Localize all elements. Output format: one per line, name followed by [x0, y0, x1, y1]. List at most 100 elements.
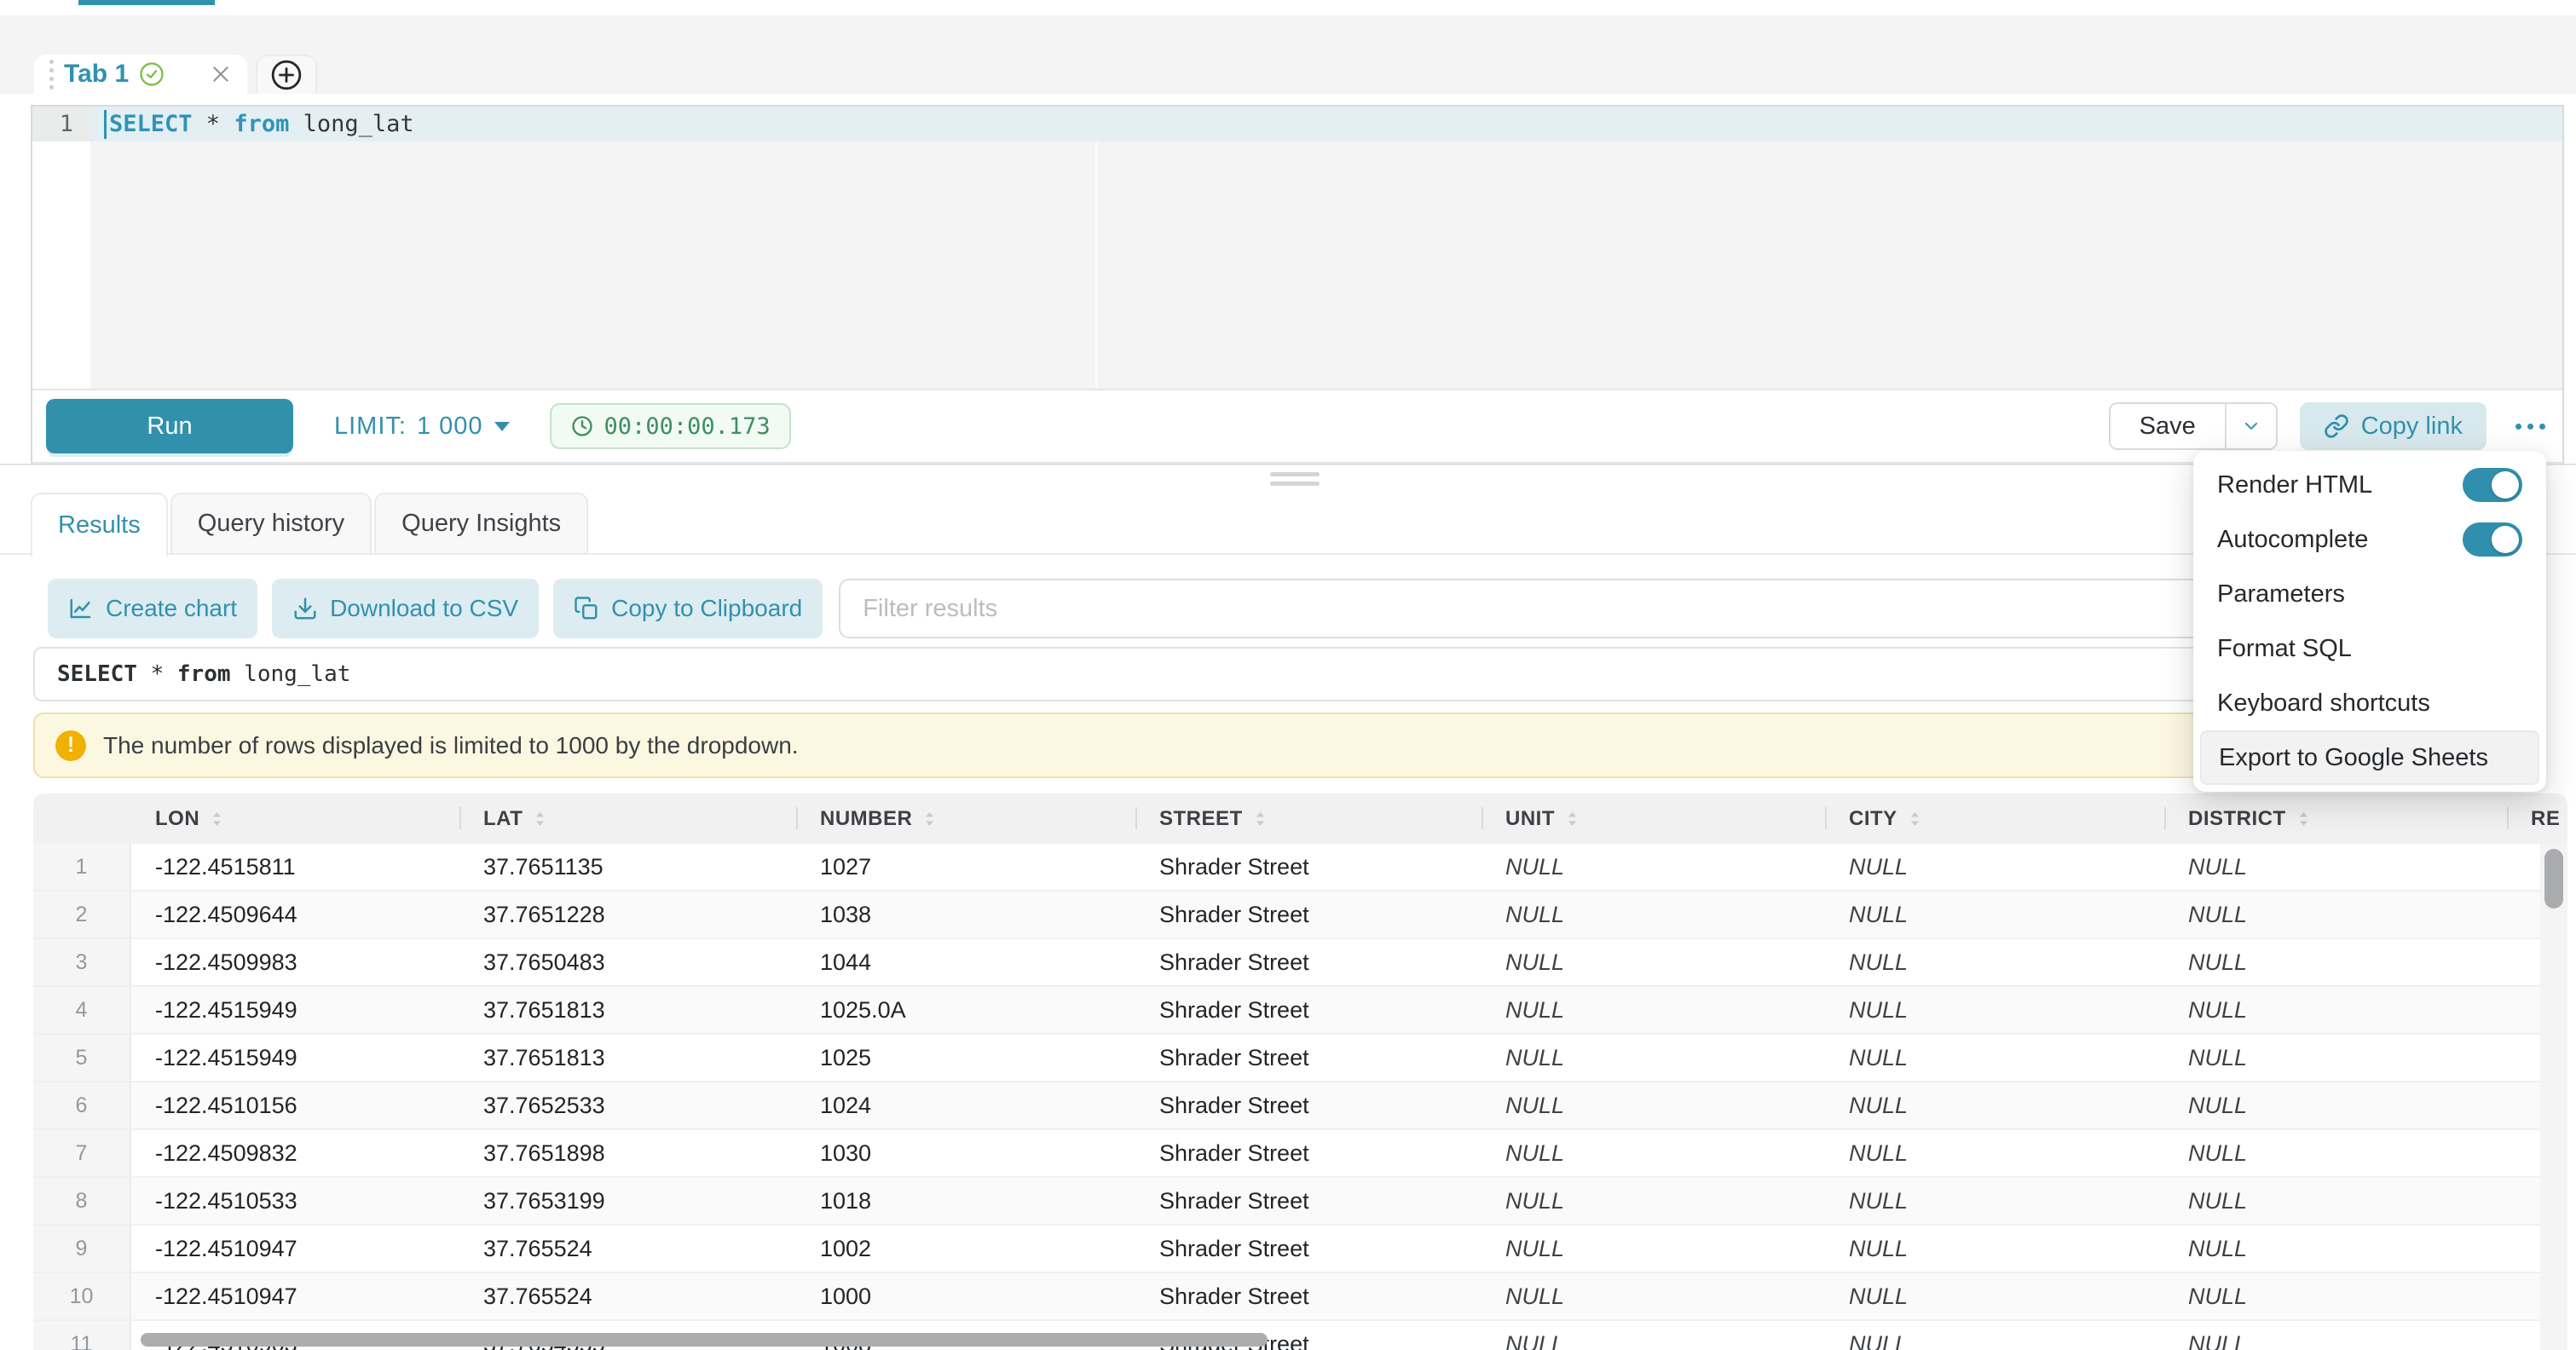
cell: Shrader Street: [1135, 1082, 1481, 1128]
run-button[interactable]: Run: [46, 399, 293, 453]
cell: -122.4510947: [131, 1226, 459, 1272]
column-header-re[interactable]: RE: [2507, 793, 2567, 844]
drag-grip-icon[interactable]: [49, 60, 54, 89]
cell: NULL: [1481, 939, 1825, 985]
cell: NULL: [1481, 987, 1825, 1033]
check-circle-icon: [139, 61, 165, 87]
top-accent-bar: [78, 0, 215, 5]
table-row: 3-122.450998337.76504831044Shrader Stree…: [33, 939, 2567, 987]
more-options-button[interactable]: [2512, 415, 2549, 438]
cell: NULL: [2164, 987, 2507, 1033]
cell: NULL: [1825, 1321, 2164, 1350]
sort-icon: [1909, 810, 1920, 828]
download-csv-button[interactable]: Download to CSV: [272, 579, 539, 638]
cell: Shrader Street: [1135, 844, 1481, 890]
row-number: 3: [33, 939, 131, 985]
tab-tab1[interactable]: Tab 1: [34, 55, 247, 94]
toggle-switch[interactable]: [2463, 468, 2522, 502]
pane-resize-handle[interactable]: [1270, 472, 1320, 491]
cell: NULL: [1481, 1273, 1825, 1319]
save-split-button: Save: [2109, 402, 2278, 450]
menu-item-export-google-sheets[interactable]: Export to Google Sheets: [2200, 730, 2539, 785]
column-header-street[interactable]: STREET: [1135, 793, 1481, 844]
cell: NULL: [1825, 891, 2164, 938]
clock-icon: [570, 414, 594, 438]
row-limit-dropdown[interactable]: LIMIT: 1 000: [334, 412, 511, 441]
cell: NULL: [1825, 1273, 2164, 1319]
cell: 1044: [796, 939, 1135, 985]
cell: 37.765524: [459, 1226, 796, 1272]
new-tab-button[interactable]: [256, 55, 317, 94]
editor-tab-bar: Tab 1: [0, 15, 2576, 94]
cell: Shrader Street: [1135, 891, 1481, 938]
sort-icon: [924, 810, 935, 828]
cell: -122.4509832: [131, 1130, 459, 1176]
tab-results[interactable]: Results: [31, 493, 168, 557]
save-options-button[interactable]: [2227, 404, 2276, 448]
sort-icon: [534, 810, 546, 828]
editor-guide-line: [1095, 141, 1098, 389]
elapsed-time-badge: 00:00:00.173: [550, 403, 791, 449]
menu-item-autocomplete[interactable]: Autocomplete: [2193, 512, 2546, 567]
column-header-number[interactable]: NUMBER: [796, 793, 1135, 844]
cell: 1027: [796, 844, 1135, 890]
close-tab-icon[interactable]: [210, 63, 232, 85]
sort-icon: [1567, 810, 1578, 828]
table-header: LONLATNUMBERSTREETUNITCITYDISTRICTRE: [33, 793, 2567, 844]
copy-link-button[interactable]: Copy link: [2300, 402, 2486, 450]
clipboard-icon: [574, 596, 599, 621]
cell: Shrader Street: [1135, 1035, 1481, 1081]
options-menu: Render HTML Autocomplete Parameters Form…: [2193, 451, 2546, 792]
column-header-city[interactable]: CITY: [1825, 793, 2164, 844]
cell: 1000: [796, 1273, 1135, 1319]
table-body: 1-122.451581137.76511351027Shrader Stree…: [33, 844, 2567, 1350]
column-header-lat[interactable]: LAT: [459, 793, 796, 844]
row-number: 5: [33, 1035, 131, 1081]
create-chart-button[interactable]: Create chart: [48, 579, 257, 638]
cell: NULL: [2164, 844, 2507, 890]
chevron-down-icon: [2241, 416, 2261, 436]
cell: NULL: [2164, 891, 2507, 938]
table-row: 5-122.451594937.76518131025Shrader Stree…: [33, 1035, 2567, 1082]
row-number: 7: [33, 1130, 131, 1176]
cell: NULL: [1825, 1035, 2164, 1081]
table-row: 2-122.450964437.76512281038Shrader Stree…: [33, 891, 2567, 939]
vertical-scrollbar-thumb[interactable]: [2544, 849, 2563, 909]
sql-keyword: SELECT: [109, 111, 193, 137]
code-editor[interactable]: 1 SELECT * from long_lat: [32, 107, 2562, 389]
cell: NULL: [2164, 1082, 2507, 1128]
column-header-unit[interactable]: UNIT: [1481, 793, 1825, 844]
cell: NULL: [2164, 1273, 2507, 1319]
code-text: SELECT * from long_lat: [90, 107, 2562, 141]
column-header-district[interactable]: DISTRICT: [2164, 793, 2507, 844]
tab-query-insights[interactable]: Query Insights: [374, 493, 588, 553]
row-number-header: [33, 793, 131, 844]
menu-item-format-sql[interactable]: Format SQL: [2193, 621, 2546, 676]
results-table: LONLATNUMBERSTREETUNITCITYDISTRICTRE 1-1…: [33, 793, 2567, 1350]
copy-clipboard-button[interactable]: Copy to Clipboard: [553, 579, 823, 638]
cell: -122.4515949: [131, 1035, 459, 1081]
cell: 37.7652533: [459, 1082, 796, 1128]
horizontal-scrollbar-thumb[interactable]: [141, 1333, 1268, 1347]
save-button[interactable]: Save: [2111, 404, 2227, 448]
menu-item-parameters[interactable]: Parameters: [2193, 567, 2546, 621]
cell: 1038: [796, 891, 1135, 938]
cell: -122.4509983: [131, 939, 459, 985]
cell: NULL: [1481, 1321, 1825, 1350]
cell: NULL: [1481, 1130, 1825, 1176]
vertical-scrollbar-track[interactable]: [2540, 844, 2567, 1350]
menu-item-keyboard-shortcuts[interactable]: Keyboard shortcuts: [2193, 676, 2546, 730]
cell: -122.4510533: [131, 1178, 459, 1224]
menu-item-render-html[interactable]: Render HTML: [2193, 458, 2546, 512]
cell: NULL: [1481, 1178, 1825, 1224]
elapsed-time: 00:00:00.173: [604, 413, 771, 440]
sql-keyword: from: [234, 111, 289, 137]
cell: NULL: [1825, 939, 2164, 985]
table-row: 1-122.451581137.76511351027Shrader Stree…: [33, 844, 2567, 891]
cell: NULL: [1825, 1226, 2164, 1272]
column-header-lon[interactable]: LON: [131, 793, 459, 844]
query-preview: SELECT * from long_lat: [33, 647, 2529, 701]
sort-icon: [211, 810, 222, 828]
tab-query-history[interactable]: Query history: [170, 493, 372, 553]
toggle-switch[interactable]: [2463, 522, 2522, 557]
